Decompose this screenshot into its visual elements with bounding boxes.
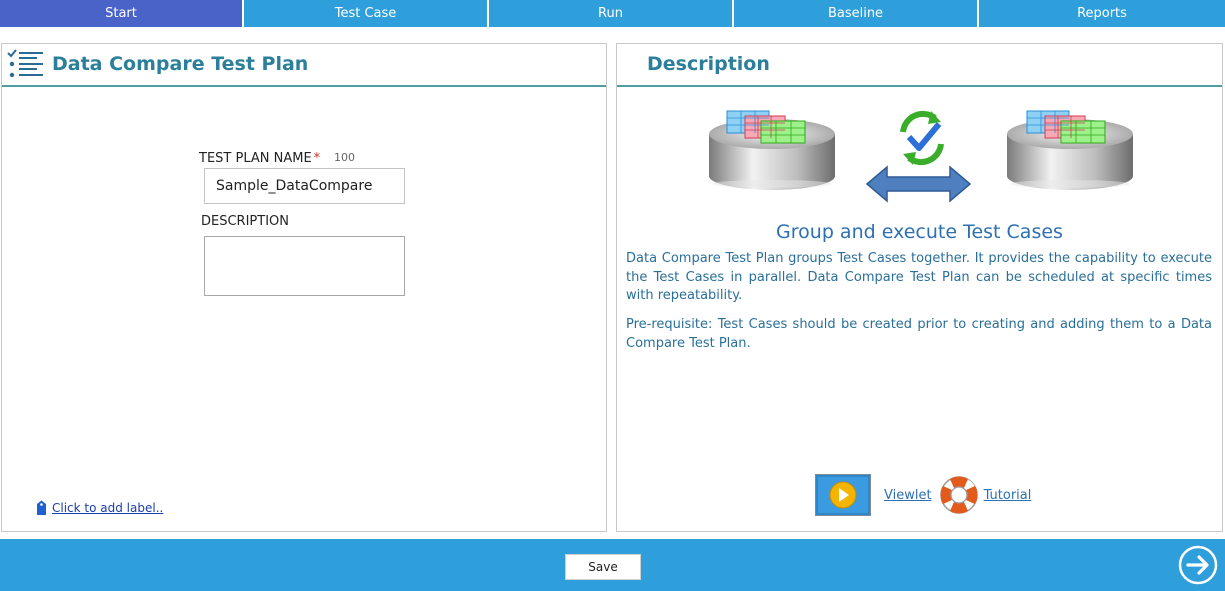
test-plan-name-input[interactable] — [204, 168, 405, 204]
required-marker: * — [313, 151, 321, 166]
description-paragraph-2: Pre-requisite: Test Cases should be crea… — [626, 317, 1212, 351]
description-panel-header: Description — [617, 44, 1222, 87]
tab-test-case-label: Test Case — [334, 6, 397, 21]
page-title: Data Compare Test Plan — [52, 53, 309, 75]
tab-baseline-label: Baseline — [827, 6, 884, 21]
max-length-hint: 100 — [334, 151, 355, 164]
next-arrow-icon[interactable] — [1178, 545, 1218, 585]
description-panel: Description Group and execute Test Cases… — [616, 43, 1223, 532]
tab-run-label: Run — [598, 6, 623, 21]
lifebuoy-icon[interactable] — [937, 473, 981, 517]
viewlet-link[interactable]: Viewlet — [884, 488, 932, 503]
data-compare-illustration — [709, 110, 1133, 203]
test-plan-name-label-text: TEST PLAN NAME — [199, 151, 312, 166]
source-database-icon — [709, 110, 835, 190]
tab-reports-label: Reports — [1077, 6, 1127, 21]
tag-icon — [37, 500, 46, 515]
help-links: Viewlet Tutorial — [815, 472, 1031, 518]
tab-run[interactable]: Run — [489, 0, 734, 27]
description-heading: Group and execute Test Cases — [776, 221, 1063, 243]
tab-baseline[interactable]: Baseline — [734, 0, 979, 27]
test-plan-panel-header: Data Compare Test Plan — [2, 44, 606, 87]
description-paragraph-1: Data Compare Test Plan groups Test Cases… — [626, 251, 1212, 303]
target-database-icon — [1007, 110, 1133, 190]
tab-test-case[interactable]: Test Case — [244, 0, 489, 27]
tab-bar: Start Test Case Run Baseline Reports — [0, 0, 1225, 27]
description-textarea[interactable] — [204, 236, 405, 296]
tab-reports[interactable]: Reports — [979, 0, 1225, 27]
tab-start-label: Start — [105, 6, 137, 21]
sync-check-icon — [900, 110, 944, 166]
test-plan-panel: Data Compare Test Plan TEST PLAN NAME * 1… — [1, 43, 607, 532]
play-video-icon[interactable] — [815, 474, 871, 516]
tutorial-link[interactable]: Tutorial — [984, 488, 1032, 503]
description-title: Description — [647, 53, 770, 75]
add-label-link[interactable]: Click to add label.. — [52, 501, 163, 515]
checklist-icon — [7, 49, 43, 78]
description-label: DESCRIPTION — [201, 214, 289, 229]
compare-arrow-icon — [865, 165, 972, 203]
add-label-area: Click to add label.. — [35, 500, 163, 516]
bottom-bar: Save — [0, 539, 1225, 591]
save-button[interactable]: Save — [565, 554, 641, 580]
test-plan-name-label: TEST PLAN NAME * — [199, 151, 320, 166]
tab-start[interactable]: Start — [0, 0, 244, 27]
